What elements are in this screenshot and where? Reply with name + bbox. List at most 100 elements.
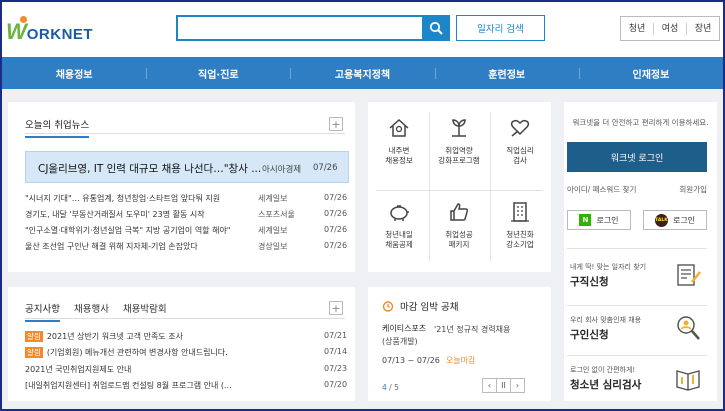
kakao-login-button[interactable]: TALK 로그인 <box>643 210 707 230</box>
find-id-link[interactable]: 아이디/ 패스워드 찾기 <box>567 184 636 195</box>
service-youth-fund[interactable]: 청년내일 채움공제 <box>374 198 424 250</box>
logo-dot <box>20 16 27 23</box>
user-type-tabs: 청년 여성 장년 <box>620 16 720 41</box>
search-button[interactable] <box>422 15 450 41</box>
house-map-icon <box>389 118 409 137</box>
service-label: 패키지 <box>448 240 470 249</box>
next-button[interactable]: › <box>510 378 525 393</box>
heart-hand-icon <box>510 119 530 137</box>
deadline-date-range: 07/13 ~ 07/26 <box>382 356 440 365</box>
nav-item-welfare[interactable]: 고용복지정책 <box>290 57 434 89</box>
notice-item-date: 07/14 <box>324 347 348 356</box>
headline-source: 아시아경제 <box>262 165 302 175</box>
service-label: 직업심리 <box>506 146 534 155</box>
news-headline[interactable]: CJ올리브영, IT 인력 대규모 채용 나선다…"창사 ... 아시아경제 0… <box>25 151 349 183</box>
job-search-button[interactable]: 일자리 검색 <box>456 15 545 41</box>
news-title[interactable]: 오늘의 취업뉴스 <box>25 117 90 138</box>
service-nearby-jobs[interactable]: 내주변 채용정보 <box>374 114 424 166</box>
worknet-logo[interactable]: W ORKNET <box>6 16 94 45</box>
headline-title: CJ올리브영, IT 인력 대규모 채용 나선다…"창사 ... <box>38 163 262 175</box>
notice-item-title: 2021년 국민취업지원제도 안내 <box>25 365 132 374</box>
promo-sub: 우리 회사 맞춤인재 채용 <box>570 316 642 324</box>
search-icon <box>429 21 443 35</box>
notice-item-title: [내일취업지원센터] 취업로드맵 컨설팅 8월 프로그램 안내 (... <box>25 381 232 390</box>
notice-item-title: (기업회원) 메뉴개선 관련하여 변경사항 안내드립니다. <box>46 348 228 357</box>
promo-job-application[interactable]: 내게 딱! 맞는 일자리 찾기 구직신청 <box>567 256 707 302</box>
news-item-date: 07/26 <box>324 209 348 218</box>
promo-main: 구직신청 <box>570 276 609 288</box>
news-item[interactable]: "시너지 기대"… 유통업계, 청년창업·스타트업 앞다퉈 지원 세계일보 07… <box>25 193 351 206</box>
news-item-source: 세계일보 <box>258 226 288 235</box>
notice-item[interactable]: 2021년 국민취업지원제도 안내 07/23 <box>25 364 351 377</box>
notice-more-button[interactable]: + <box>329 301 343 315</box>
tab-senior[interactable]: 장년 <box>687 23 719 35</box>
search-person-icon <box>677 316 700 340</box>
deadline-company[interactable]: 케이티스포츠 <box>382 323 426 334</box>
divider <box>25 318 345 319</box>
service-label: 검사 <box>513 156 527 165</box>
service-label: 채용정보 <box>385 156 413 165</box>
notice-badge: 알림 <box>25 347 43 358</box>
notice-item-title: 2021년 상반기 워크넷 고객 만족도 조사 <box>46 332 183 341</box>
join-link[interactable]: 회원가입 <box>679 184 707 195</box>
notice-item[interactable]: 알림 2021년 상반기 워크넷 고객 만족도 조사 07/21 <box>25 331 351 344</box>
login-desc: 워크넷을 더 안전하고 편리하게 이용하세요. <box>572 118 709 127</box>
building-icon <box>511 202 529 222</box>
promo-sub: 내게 딱! 맞는 일자리 찾기 <box>570 263 647 271</box>
nav-item-training[interactable]: 훈련정보 <box>434 57 579 89</box>
service-success-package[interactable]: 취업성공 패키지 <box>434 198 484 250</box>
nav-item-talent[interactable]: 인재정보 <box>578 57 723 89</box>
divider <box>25 133 345 134</box>
service-label: 강화프로그램 <box>438 156 480 165</box>
pause-button[interactable]: II <box>496 378 511 393</box>
news-item[interactable]: "인구소멸·대학위기·청년실업 극복" 지방 공기업이 역할 해야" 세계일보 … <box>25 225 351 238</box>
search-input[interactable] <box>176 15 424 41</box>
nav-item-career[interactable]: 직업·진로 <box>146 57 290 89</box>
divider <box>567 355 707 356</box>
news-item-source: 세계일보 <box>258 194 288 203</box>
service-label: 내주변 <box>388 146 410 155</box>
service-label: 채움공제 <box>385 240 413 249</box>
prev-button[interactable]: ‹ <box>482 378 497 393</box>
kakao-login-label: 로그인 <box>672 215 696 225</box>
promo-youth-psych-test[interactable]: 로그인 없이 간편하게! 청소년 심리검사 <box>567 359 707 405</box>
news-item-title: 울산 조선업 구인난 해결 위해 지자체-기업 손잡았다 <box>25 242 198 251</box>
nav-item-jobs[interactable]: 채용정보 <box>2 57 146 89</box>
divider <box>490 112 491 262</box>
headline-date: 07/26 <box>313 163 338 173</box>
notice-item-date: 07/23 <box>324 364 348 373</box>
news-item-title: "시너지 기대"… 유통업계, 청년창업·스타트업 앞다퉈 지원 <box>25 194 221 203</box>
sprout-icon <box>452 119 466 137</box>
tab-youth[interactable]: 청년 <box>621 22 654 35</box>
service-capacity-program[interactable]: 취업역량 강화프로그램 <box>434 114 484 166</box>
deadline-pager: 4 / 5 <box>382 383 399 392</box>
service-label: 청년친화 <box>506 230 534 239</box>
pager-total: / 5 <box>389 383 399 392</box>
promo-hiring-application[interactable]: 우리 회사 맞춤인재 채용 구인신청 <box>567 309 707 355</box>
service-psych-test[interactable]: 직업심리 검사 <box>495 114 545 166</box>
news-item[interactable]: 울산 조선업 구인난 해결 위해 지자체-기업 손잡았다 경상일보 07/26 <box>25 241 351 254</box>
login-panel: 워크넷을 더 안전하고 편리하게 이용하세요. 워크넷 로그인 아이디/ 패스워… <box>564 102 717 401</box>
worknet-login-button[interactable]: 워크넷 로그인 <box>567 142 707 172</box>
promo-main: 청소년 심리검사 <box>570 379 642 391</box>
notice-item-date: 07/21 <box>324 331 348 340</box>
news-item-title: "인구소멸·대학위기·청년실업 극복" 지방 공기업이 역할 해야" <box>25 226 231 235</box>
deadline-desc[interactable]: '21년 정규직 경력채용 <box>434 323 546 336</box>
deadline-title: 마감 임박 공채 <box>400 302 459 313</box>
notice-item[interactable]: 알림 (기업회원) 메뉴개선 관련하여 변경사항 안내드립니다. 07/14 <box>25 347 351 360</box>
piggy-bank-icon <box>390 205 409 221</box>
service-label: 강소기업 <box>506 240 534 249</box>
naver-login-button[interactable]: N 로그인 <box>567 210 631 230</box>
notice-item[interactable]: [내일취업지원센터] 취업로드맵 컨설팅 8월 프로그램 안내 (... 07/… <box>25 380 351 393</box>
news-item[interactable]: 경기도, 내달 '부동산거래질서 도우미' 23명 활동 시작 스포츠서울 07… <box>25 209 351 222</box>
divider <box>567 305 707 306</box>
service-label: 청년내일 <box>385 230 413 239</box>
services-panel: 내주변 채용정보 취업역량 강화프로그램 직업심리 검사 청년내일 채움공제 취… <box>368 102 551 272</box>
deadline-desc2[interactable]: (상품개발) <box>382 336 418 347</box>
logo-text: ORKNET <box>26 26 94 43</box>
deadline-controls: ‹ II › <box>482 378 525 393</box>
news-more-button[interactable]: + <box>329 117 343 131</box>
tab-women[interactable]: 여성 <box>654 22 687 35</box>
service-youth-friendly[interactable]: 청년친화 강소기업 <box>495 198 545 250</box>
divider <box>376 190 543 191</box>
